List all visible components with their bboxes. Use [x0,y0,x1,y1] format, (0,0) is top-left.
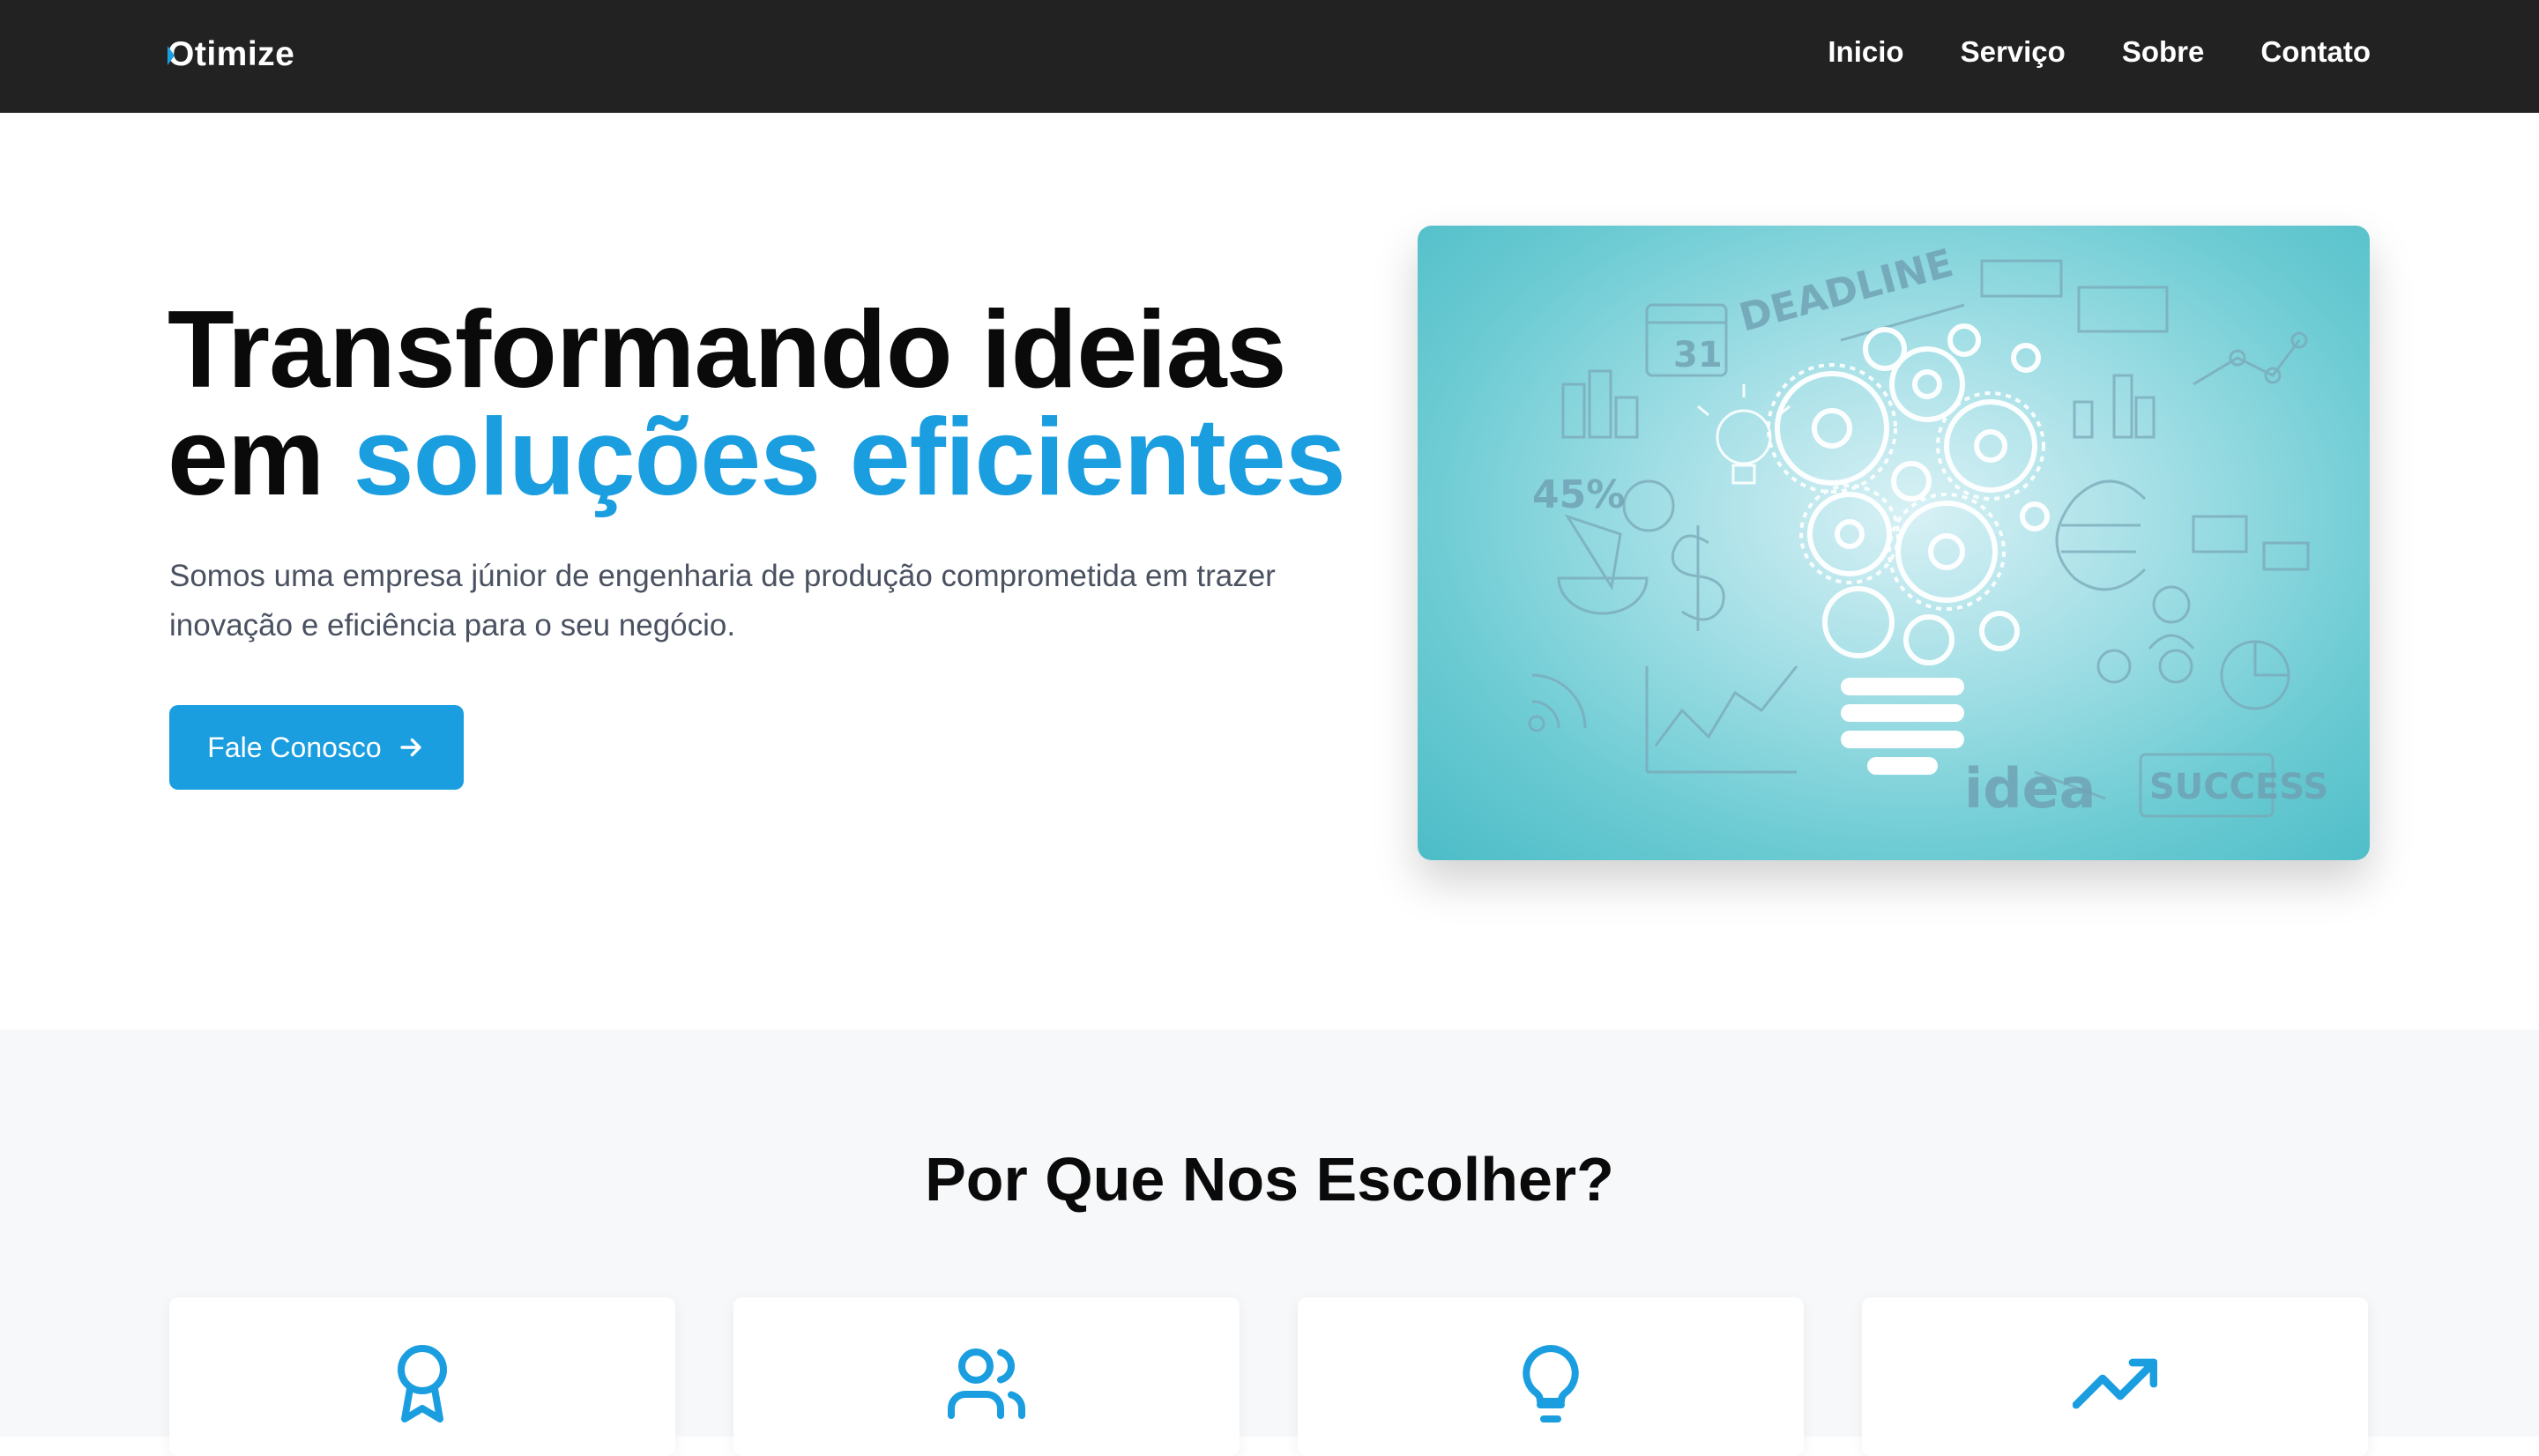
nav-link-servico[interactable]: Serviço [1961,35,2066,69]
deadline-doodle: DEADLINE [1735,241,1958,341]
top-navbar: Otimize Inicio Serviço Sobre Contato [0,0,2539,113]
hero-title-prefix: em [168,397,354,518]
lightbulb-icon [1523,1345,1579,1423]
nav-link-contato[interactable]: Contato [2260,35,2371,69]
contact-us-button[interactable]: Fale Conosco [169,705,464,790]
idea-lightbulb-illustration: DEADLINE 31 45% idea SUCCESS [1528,241,2328,821]
nav-link-sobre[interactable]: Sobre [2122,35,2205,69]
logo-accent-mark [168,46,175,65]
nav-link-inicio[interactable]: Inicio [1828,35,1903,69]
hero-image: DEADLINE 31 45% idea SUCCESS [1418,226,2370,860]
arrow-right-icon [400,738,421,757]
feature-card-award [169,1297,675,1456]
hero-title-line1: Transformando ideias [168,289,1287,411]
contact-us-button-label: Fale Conosco [207,731,382,763]
feature-card-users [733,1297,1240,1456]
success-doodle: SUCCESS [2149,767,2328,807]
feature-card-trending [1862,1297,2368,1456]
gear-bulb [1775,323,2050,665]
trending-up-icon [2073,1358,2157,1409]
section-title: Por Que Nos Escolher? [925,1145,1614,1214]
hero-title-accent: soluções eficientes [353,397,1346,518]
calendar-day-doodle: 31 [1673,335,1723,375]
logo-text: Otimize [168,35,295,73]
idea-doodle: idea [1964,756,2096,821]
hero-subtitle: Somos uma empresa júnior de engenharia d… [169,559,1276,643]
users-icon [948,1348,1025,1419]
bulb-base [1841,678,1964,775]
nav-links: Inicio Serviço Sobre Contato [1828,35,2371,69]
feature-card-lightbulb [1298,1297,1804,1456]
percent-doodle: 45% [1532,472,1625,517]
hero-title: Transformando ideias em soluções eficien… [168,295,1402,512]
award-icon [398,1345,447,1423]
logo[interactable]: Otimize [168,35,294,74]
